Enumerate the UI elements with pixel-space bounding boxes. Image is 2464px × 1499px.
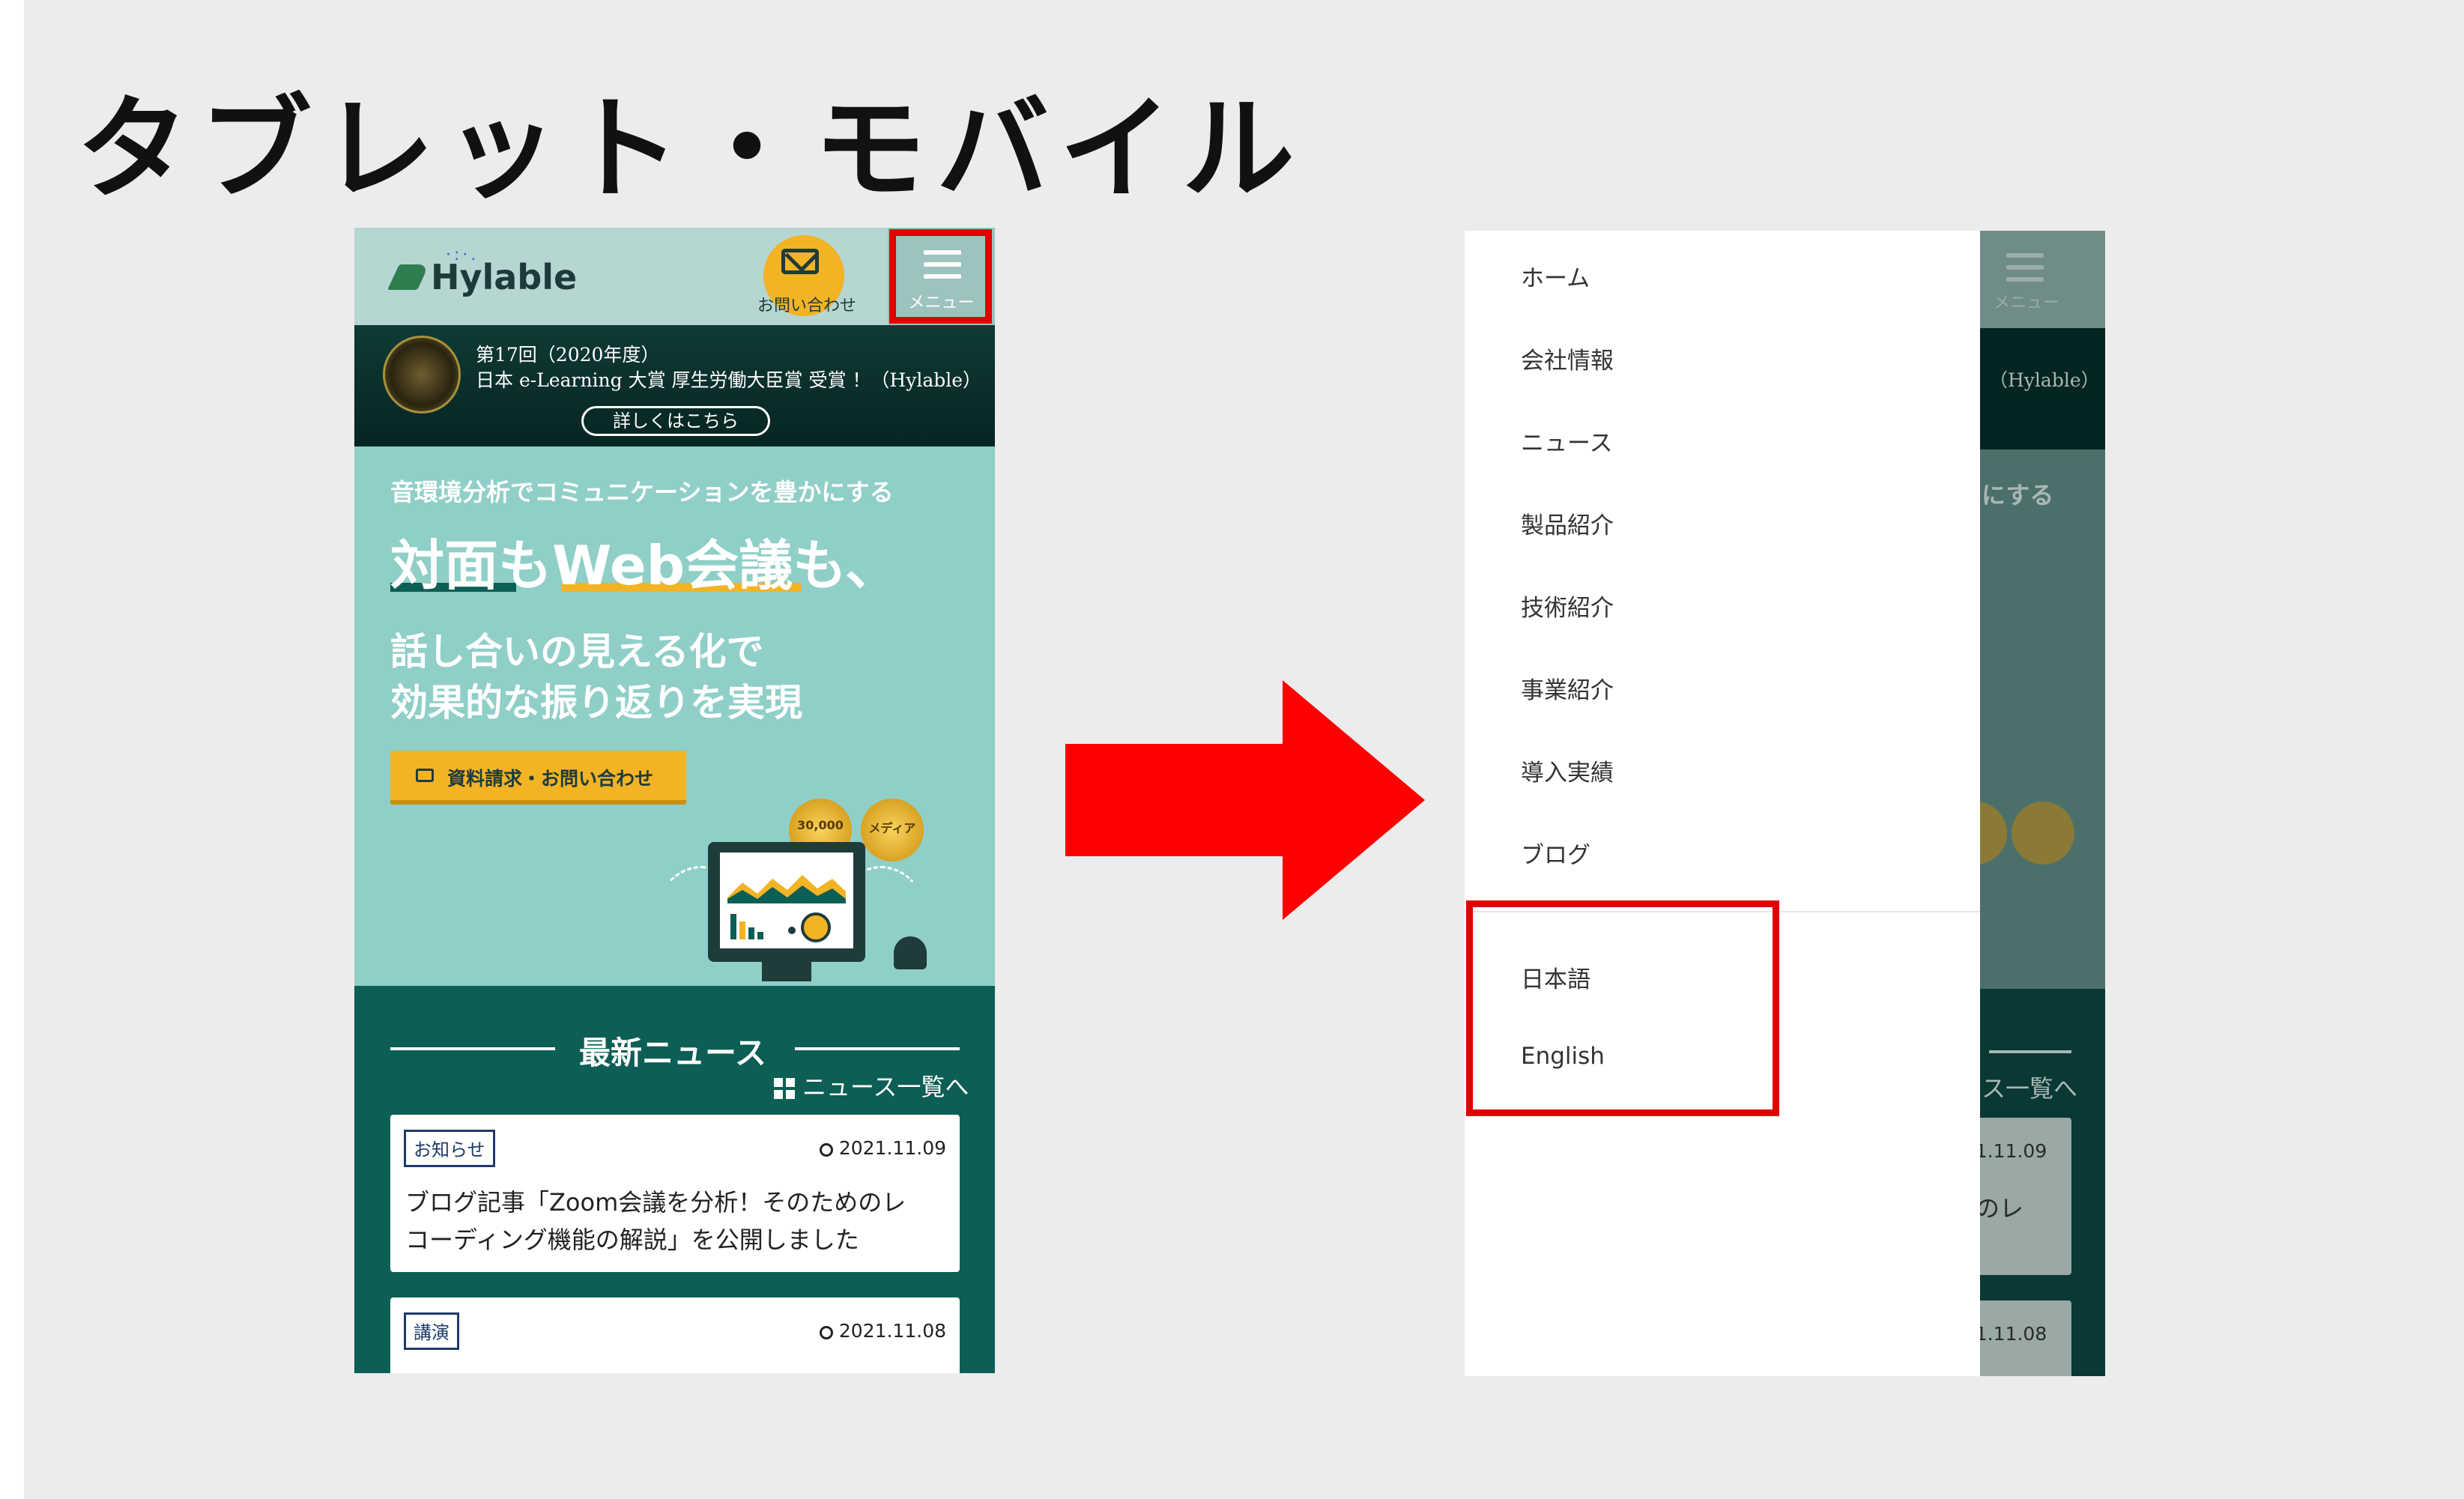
news-date-text: 2021.11.09 — [838, 1137, 946, 1159]
media-badge: メディア — [861, 799, 924, 861]
hero-body-line1: 話し合いの見える化で — [390, 630, 764, 673]
news-tag: 講演 — [404, 1312, 459, 1350]
news-section: 最新ニュース ニュース一覧へ お知らせ 2021.11.09 ブログ記事「Zoo… — [354, 986, 995, 1373]
site-header: Hylable ·:·. お問い合わせ メニュー — [354, 228, 995, 325]
news-heading: 最新ニュース — [579, 1035, 766, 1071]
award-details-button[interactable]: 詳しくはこちら — [581, 406, 770, 436]
hero-title: 対面もWeb会議も、 — [390, 534, 900, 597]
award-medal-icon — [383, 336, 461, 414]
drawer-item-company[interactable]: 会社情報 — [1521, 342, 1614, 375]
cta-label: 資料請求・お問い合わせ — [447, 768, 654, 790]
hero-section: 音環境分析でコミュニケーションを豊かにする 対面もWeb会議も、 話し合いの見え… — [354, 446, 995, 986]
language-switch-highlight — [1466, 900, 1779, 1116]
monitor-stand — [762, 962, 811, 981]
logo-leaf-icon — [387, 264, 429, 290]
badge-label: メディア — [868, 821, 916, 835]
contact-button[interactable]: お問い合わせ — [757, 235, 856, 316]
news-rule — [1989, 1050, 2071, 1053]
plant-decoration — [894, 936, 927, 969]
drawer-item-news[interactable]: ニュース — [1521, 424, 1612, 458]
news-date: 2021.11.09 — [819, 1137, 946, 1159]
news-tag: お知らせ — [404, 1130, 495, 1167]
news-text-line: ブログ記事「Zoom会議を分析！そのためのレ — [405, 1188, 906, 1217]
award-line1: 第17回（2020年度） — [476, 344, 660, 366]
slide-title: タブレット・モバイル — [76, 85, 1306, 215]
mail-icon — [781, 249, 819, 274]
hamburger-icon-line — [2006, 277, 2044, 282]
badge-label: 30,000 — [797, 818, 844, 832]
news-list-link-label: ニュース一覧へ — [802, 1073, 969, 1101]
award-banner: 第17回（2020年度） 日本 e-Learning 大賞 厚生労働大臣賞 受賞… — [354, 325, 995, 446]
news-text: ブログ記事「Zoom会議を分析！そのためのレ コーディング機能の解説」を公開しま… — [405, 1184, 906, 1259]
contact-label: お問い合わせ — [757, 297, 856, 315]
hero-body: 話し合いの見える化で 効果的な振り返りを実現 — [390, 626, 802, 728]
clock-icon — [819, 1326, 833, 1339]
analytics-screen — [720, 853, 853, 948]
nav-drawer: ホーム 会社情報 ニュース 製品紹介 技術紹介 事業紹介 導入実績 ブログ 日本… — [1465, 231, 1980, 1376]
drawer-item-products[interactable]: 製品紹介 — [1521, 506, 1614, 540]
news-list-link[interactable]: ニュース一覧へ — [774, 1068, 969, 1103]
news-text-line: コーディング機能の解説」を公開しました — [405, 1226, 859, 1254]
news-rule — [795, 1047, 960, 1050]
dimmed-news-link: ス一覧へ — [1982, 1074, 2078, 1103]
right-arrow-icon — [1065, 680, 1425, 920]
drawer-item-technology[interactable]: 技術紹介 — [1521, 589, 1614, 623]
drawer-item-blog[interactable]: ブログ — [1521, 836, 1590, 870]
hero-body-line2: 効果的な振り返りを実現 — [390, 681, 802, 724]
analytics-chart-icon — [727, 875, 846, 942]
news-date-text: 2021.11.08 — [838, 1320, 946, 1342]
hamburger-icon-line — [2006, 265, 2044, 270]
hamburger-icon — [2006, 253, 2044, 258]
award-line2: 日本 e-Learning 大賞 厚生労働大臣賞 受賞 ！（Hylable） — [476, 369, 982, 391]
dimmed-hero-text: にする — [1982, 481, 2054, 509]
drawer-item-cases[interactable]: 導入実績 — [1521, 754, 1614, 787]
news-card[interactable]: お知らせ 2021.11.09 ブログ記事「Zoom会議を分析！そのためのレ コ… — [390, 1115, 960, 1272]
drawer-item-home[interactable]: ホーム — [1521, 259, 1590, 293]
dimmed-badge — [2012, 802, 2074, 864]
menu-label: メニュー — [1993, 294, 2059, 312]
site-logo[interactable]: Hylable ·:·. — [387, 246, 577, 307]
clock-icon — [819, 1143, 833, 1157]
hero-subtitle: 音環境分析でコミュニケーションを豊かにする — [390, 478, 894, 506]
news-date: 2021.11.08 — [819, 1320, 946, 1342]
logo-dots-icon: ·:·. — [446, 246, 479, 264]
dimmed-award-text: （Hylable） — [1989, 369, 2100, 391]
menu-button-highlight — [889, 229, 992, 324]
monitor-illustration — [708, 842, 865, 962]
request-docs-button[interactable]: 資料請求・お問い合わせ — [390, 751, 686, 805]
news-rule — [390, 1047, 555, 1050]
drawer-item-business[interactable]: 事業紹介 — [1521, 671, 1614, 705]
mail-icon — [416, 769, 434, 782]
grid-icon — [774, 1078, 795, 1099]
mobile-screen-closed: Hylable ·:·. お問い合わせ メニュー 第17回（2020年度） 日本… — [354, 228, 995, 1373]
news-card[interactable]: 講演 2021.11.08 — [390, 1297, 960, 1373]
